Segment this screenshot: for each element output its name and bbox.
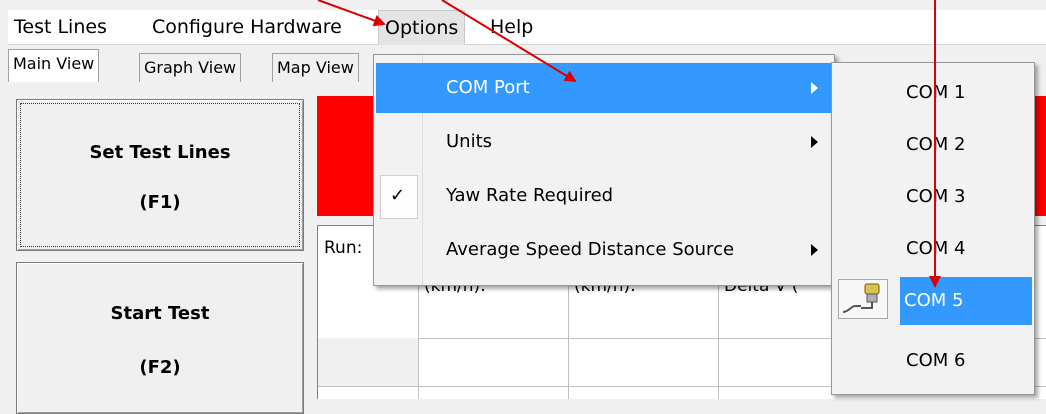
annotation-arrows [317, 0, 941, 288]
annotation-arrow [441, 0, 577, 83]
annotation-arrow [317, 0, 386, 27]
